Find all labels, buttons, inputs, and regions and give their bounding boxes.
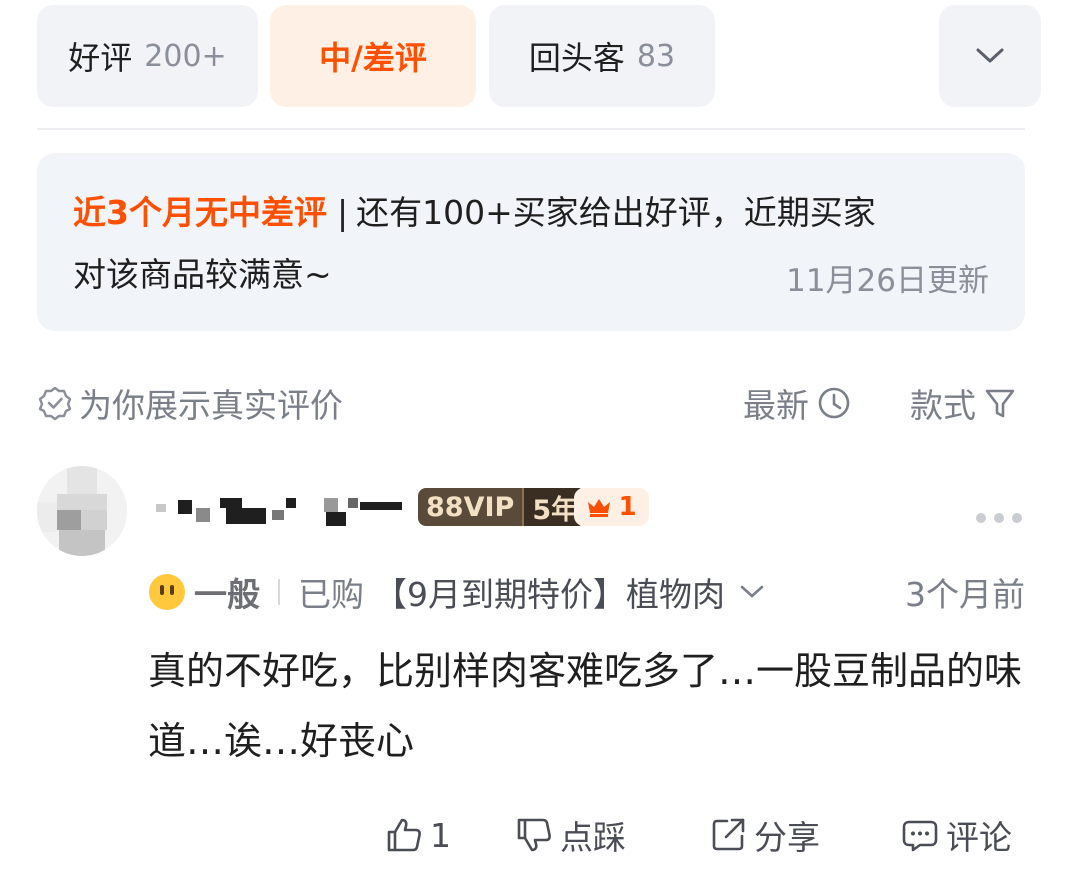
summary-text-2: 对该商品较满意~: [73, 255, 332, 294]
authentic-reviews-note: 为你展示真实评价: [37, 380, 343, 426]
meta-separator: [278, 579, 280, 605]
comment-icon: [902, 820, 938, 852]
summary-updated: 11月26日更新: [786, 263, 989, 299]
avatar[interactable]: [37, 466, 127, 556]
tab-positive[interactable]: 好评 200+: [37, 5, 258, 107]
tab-repeat-customers[interactable]: 回头客 83: [489, 5, 715, 107]
tab-neutral-negative-label: 中/差评: [319, 39, 427, 77]
review-meta: 一般 已购 【9月到期特价】植物肉 3个月前: [148, 568, 1025, 616]
authentic-reviews-label: 为你展示真实评价: [79, 386, 343, 425]
dislike-label: 点踩: [560, 818, 626, 857]
level-value: 1: [618, 492, 637, 522]
summary-text-1: 还有100+买家给出好评，近期买家: [356, 193, 876, 232]
vip-badge: 88VIP 5年: [418, 488, 587, 526]
summary-separator: |: [336, 193, 349, 232]
sort-latest-button[interactable]: 最新: [743, 380, 851, 426]
review-summary-card: 近3个月无中差评 | 还有100+买家给出好评，近期买家 对该商品较满意~ 11月2…: [37, 153, 1025, 331]
thumbs-up-icon: [387, 818, 421, 852]
chevron-down-icon[interactable]: [739, 584, 765, 600]
username-masked: [148, 490, 404, 528]
sort-label: 最新: [743, 386, 809, 425]
share-icon: [712, 818, 745, 851]
sku-label[interactable]: 【9月到期特价】植物肉: [374, 568, 725, 616]
clock-icon: [818, 387, 850, 419]
tab-neutral-negative[interactable]: 中/差评: [270, 5, 476, 107]
chevron-down-icon: [976, 48, 1004, 63]
bought-label: 已购: [298, 575, 364, 614]
share-button[interactable]: 分享: [708, 810, 820, 860]
crown-icon: [588, 499, 611, 517]
tab-repeat-customers-count: 83: [636, 38, 676, 74]
neutral-face-icon: [149, 574, 185, 610]
comment-button[interactable]: 评论: [900, 810, 1012, 860]
more-options-button[interactable]: [976, 510, 1022, 526]
level-badge: 1: [574, 488, 649, 526]
expand-tabs-button[interactable]: [939, 5, 1041, 107]
share-label: 分享: [754, 818, 820, 857]
filter-icon: [985, 389, 1015, 418]
style-filter-button[interactable]: 款式: [910, 380, 1016, 426]
style-label: 款式: [910, 386, 976, 425]
badge-check-icon: [38, 386, 72, 421]
like-count: 1: [430, 815, 451, 855]
more-icon: [976, 513, 986, 523]
like-button[interactable]: 1: [384, 810, 451, 860]
vip-label: 88VIP: [418, 488, 523, 526]
tab-repeat-customers-label: 回头客: [528, 39, 625, 77]
thumbs-down-icon: [517, 818, 551, 852]
divider: [37, 128, 1025, 130]
comment-label: 评论: [946, 818, 1012, 857]
tab-positive-label: 好评: [68, 39, 133, 77]
review-time: 3个月前: [905, 575, 1025, 614]
dislike-button[interactable]: 点踩: [514, 810, 626, 860]
summary-line-1: 近3个月无中差评 | 还有100+买家给出好评，近期买家: [73, 191, 876, 235]
review-content: 真的不好吃，比别样肉客难吃多了…一股豆制品的味道…诶…好丧心: [148, 649, 1023, 763]
summary-highlight: 近3个月无中差评: [73, 193, 327, 232]
rating-label: 一般: [194, 575, 260, 614]
tab-positive-count: 200+: [144, 38, 227, 74]
